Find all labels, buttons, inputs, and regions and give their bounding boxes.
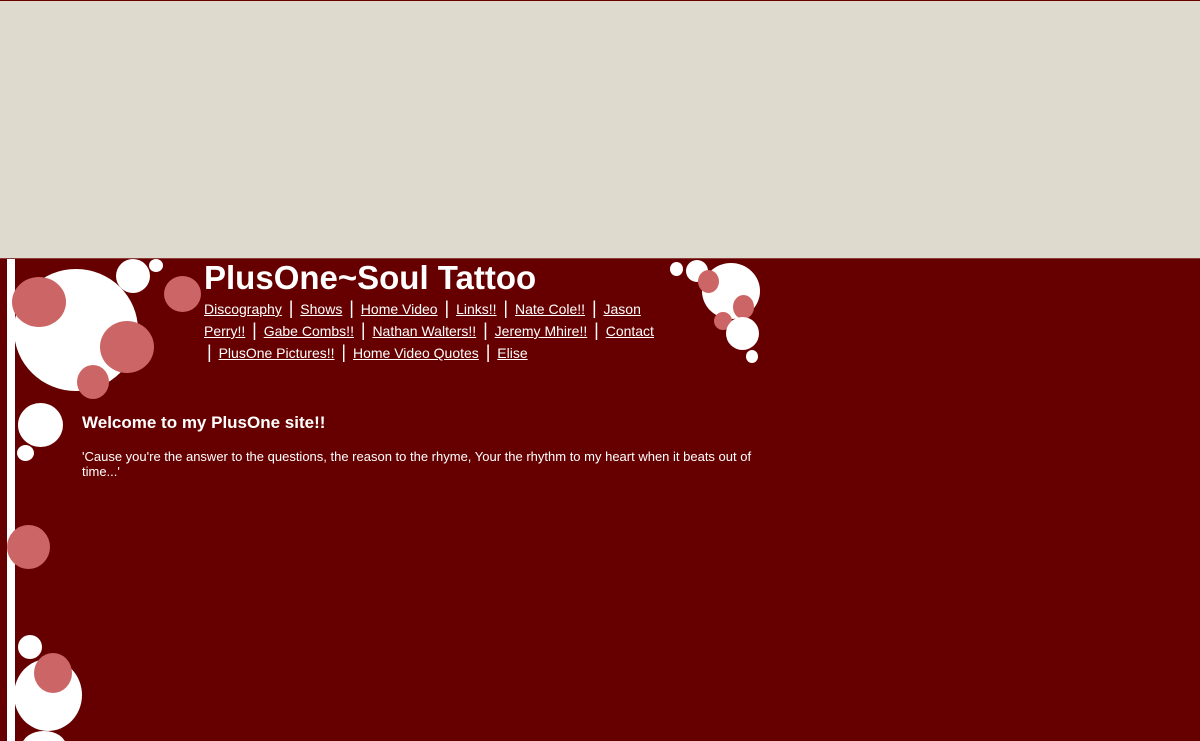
bubble-decoration bbox=[746, 350, 758, 363]
nav-separator: | bbox=[252, 320, 257, 340]
site-title: PlusOne~Soul Tattoo bbox=[204, 259, 537, 296]
nav-link-nate-cole[interactable]: Nate Cole!! bbox=[515, 301, 585, 317]
bubble-decoration bbox=[34, 653, 72, 693]
bubble-decoration bbox=[698, 270, 719, 293]
nav-link-plusone-pictures[interactable]: PlusOne Pictures!! bbox=[219, 345, 335, 361]
nav-separator: | bbox=[485, 342, 491, 362]
site-content: PlusOne~Soul Tattoo Discography | Shows … bbox=[0, 258, 1200, 741]
nav-separator: | bbox=[444, 298, 450, 318]
bubble-decoration bbox=[77, 365, 109, 399]
bubble-decoration bbox=[670, 262, 683, 276]
nav-separator: | bbox=[288, 298, 294, 318]
bubble-decoration bbox=[726, 317, 759, 350]
nav-link-contact[interactable]: Contact bbox=[606, 323, 654, 339]
nav-separator: | bbox=[207, 342, 212, 362]
nav-separator: | bbox=[341, 342, 347, 362]
main-nav: Discography | Shows | Home Video | Links… bbox=[204, 298, 654, 364]
nav-separator: | bbox=[349, 298, 354, 318]
nav-separator: | bbox=[483, 320, 488, 340]
bubble-decoration bbox=[733, 295, 754, 319]
bubble-decoration bbox=[7, 525, 50, 569]
nav-link-discography[interactable]: Discography bbox=[204, 301, 282, 317]
bubble-decoration bbox=[12, 277, 66, 327]
nav-link-nathan-walters[interactable]: Nathan Walters!! bbox=[372, 323, 476, 339]
quote-text: 'Cause you're the answer to the question… bbox=[82, 449, 752, 479]
nav-link-home-video[interactable]: Home Video bbox=[361, 301, 438, 317]
bubble-decoration bbox=[18, 403, 63, 447]
nav-separator: | bbox=[503, 298, 509, 318]
nav-link-jeremy-mhire[interactable]: Jeremy Mhire!! bbox=[495, 323, 588, 339]
bubble-decoration bbox=[18, 635, 42, 659]
nav-separator: | bbox=[594, 320, 599, 340]
bubble-decoration bbox=[164, 276, 201, 312]
nav-link-links[interactable]: Links!! bbox=[456, 301, 496, 317]
welcome-heading: Welcome to my PlusOne site!! bbox=[82, 413, 326, 432]
bubble-decoration bbox=[116, 259, 150, 293]
bubble-decoration bbox=[100, 321, 154, 373]
nav-link-gabe-combs[interactable]: Gabe Combs!! bbox=[264, 323, 354, 339]
banner-area bbox=[0, 1, 1200, 258]
nav-link-shows[interactable]: Shows bbox=[300, 301, 342, 317]
nav-separator: | bbox=[360, 320, 366, 340]
bubble-decoration bbox=[17, 445, 34, 461]
bubble-decoration bbox=[149, 259, 163, 272]
nav-link-elise[interactable]: Elise bbox=[497, 345, 527, 361]
nav-separator: | bbox=[591, 298, 597, 318]
nav-link-home-video-quotes[interactable]: Home Video Quotes bbox=[353, 345, 479, 361]
